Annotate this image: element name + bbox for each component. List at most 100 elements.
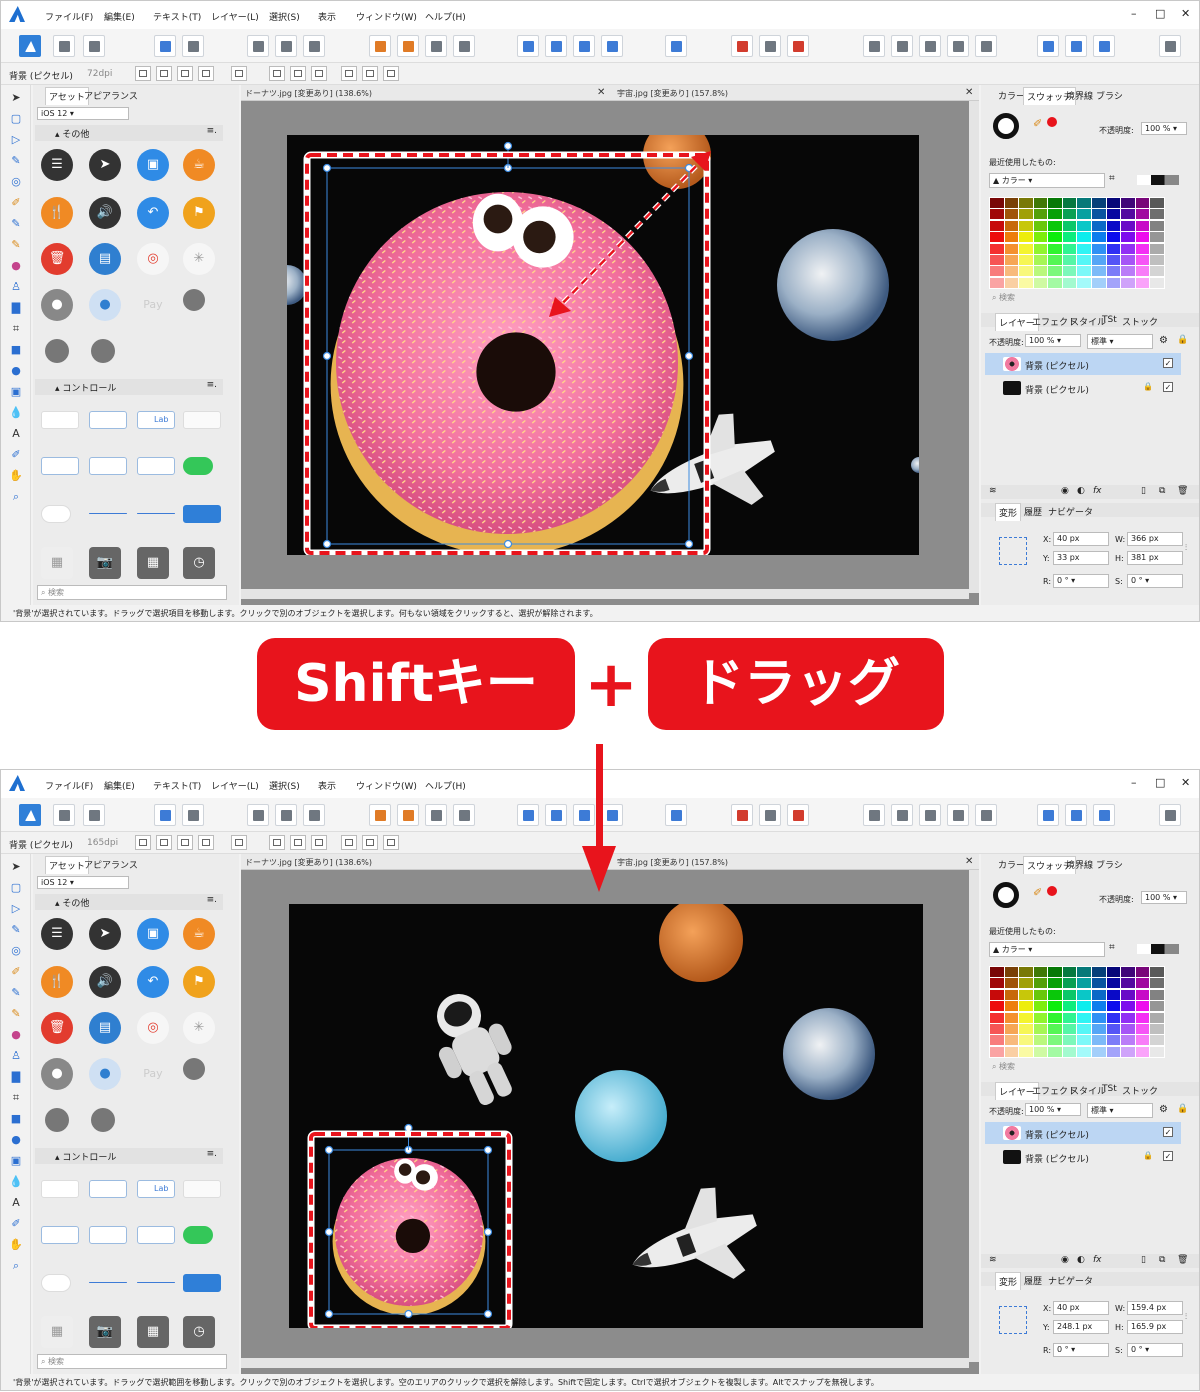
h-field[interactable]: 381 px	[1127, 551, 1183, 565]
menu-item[interactable]: 編集(E)	[104, 10, 135, 23]
swatch-cell[interactable]	[1106, 989, 1121, 1000]
align-left-button[interactable]	[269, 835, 285, 850]
swatch-cell[interactable]	[1150, 1035, 1164, 1046]
color-wheel-icon[interactable]: ●	[9, 259, 23, 273]
photo-persona-button[interactable]	[19, 35, 41, 57]
new-layer-icon[interactable]: ▯	[1141, 1255, 1146, 1265]
tab-transform[interactable]: 変形	[995, 503, 1022, 521]
w-field[interactable]: 366 px	[1127, 532, 1183, 546]
flag-asset-icon[interactable]: ⚑	[183, 966, 215, 998]
save-asset-icon[interactable]: ▣	[137, 149, 169, 181]
restaurant-asset-icon[interactable]: 🍴	[41, 966, 73, 998]
swatch-cell[interactable]	[1048, 978, 1062, 989]
swatch-cell[interactable]	[1062, 1023, 1077, 1034]
control-plain[interactable]	[41, 411, 79, 429]
swatch-cell[interactable]	[1004, 198, 1019, 208]
snapping-options-button[interactable]	[759, 35, 781, 57]
swatch-cell[interactable]	[1077, 209, 1092, 220]
swatch-cell[interactable]	[1092, 1023, 1106, 1034]
swatch-cell[interactable]	[1121, 277, 1135, 288]
invert-selection-button[interactable]	[303, 35, 325, 57]
node-tool-icon[interactable]: ▷	[9, 133, 23, 147]
swatch-cell[interactable]	[1092, 220, 1106, 231]
pen-tool-icon[interactable]: ✎	[9, 923, 23, 937]
swatch-cell[interactable]	[1092, 989, 1106, 1000]
swatch-cell[interactable]	[1092, 978, 1106, 989]
swatch-cell[interactable]	[1062, 989, 1077, 1000]
assistant-button[interactable]	[154, 804, 176, 826]
swatch-grid[interactable]	[989, 966, 1165, 1058]
swatch-cell[interactable]	[1135, 209, 1150, 220]
swatch-cell[interactable]	[1106, 198, 1121, 208]
x-field[interactable]: 40 px	[1053, 532, 1109, 546]
apple-pay-asset-icon[interactable]: Pay	[137, 289, 169, 321]
swatch-cell[interactable]	[1092, 1035, 1106, 1046]
menu-item[interactable]: ファイル(F)	[45, 779, 93, 792]
tab-donut-document[interactable]: ドーナツ.jpg [変更あり] (138.6%)	[245, 857, 372, 868]
rotate-right-button[interactable]	[573, 804, 595, 826]
swatch-cell[interactable]	[1004, 254, 1019, 265]
toggle-switch-off[interactable]	[41, 1274, 71, 1292]
deselect-button[interactable]	[275, 35, 297, 57]
camera-asset-icon[interactable]: 📷	[89, 547, 121, 579]
assets-search-input[interactable]: ⌕ 検索	[37, 585, 227, 600]
location-dot-asset-icon[interactable]: ●	[89, 289, 121, 321]
control-blue-tab[interactable]	[183, 1274, 221, 1292]
swatch-cell[interactable]	[1019, 967, 1033, 977]
control-tab[interactable]	[183, 1180, 221, 1198]
fill-tool-icon[interactable]: 💧	[9, 406, 23, 420]
swatch-cell[interactable]	[1106, 209, 1121, 220]
snapping-button[interactable]	[182, 804, 204, 826]
anchor-point-grid[interactable]	[999, 537, 1027, 565]
snapping-options-button[interactable]	[759, 804, 781, 826]
swatch-cell[interactable]	[990, 1023, 1004, 1034]
badge-circle-asset-icon[interactable]	[91, 339, 115, 363]
swatch-cell[interactable]	[1135, 232, 1150, 243]
swatch-search-input[interactable]: ⌕ 検索	[989, 291, 1165, 304]
swatch-cell[interactable]	[1121, 1023, 1135, 1034]
swatch-cell[interactable]	[990, 1035, 1004, 1046]
selection-brush-icon[interactable]: ◎	[9, 944, 23, 958]
swatch-cell[interactable]	[1135, 1012, 1150, 1023]
snapping-grid-button[interactable]	[731, 35, 753, 57]
swatch-cell[interactable]	[1121, 254, 1135, 265]
swatch-cell[interactable]	[1019, 232, 1033, 243]
swatch-cell[interactable]	[990, 1012, 1004, 1023]
canvas-area[interactable]: ドーナツ.jpg [変更あり] (138.6%) ✕ 宇宙.jpg [変更あり]…	[241, 854, 979, 1374]
swatch-cell[interactable]	[990, 243, 1004, 254]
swatch-cell[interactable]	[1033, 198, 1048, 208]
swatch-cell[interactable]	[1033, 220, 1048, 231]
swatch-cell[interactable]	[1121, 1035, 1135, 1046]
align-button[interactable]	[665, 804, 687, 826]
view-tool-icon[interactable]: ▢	[9, 881, 23, 895]
restaurant-asset-icon[interactable]: 🍴	[41, 197, 73, 229]
swatch-cell[interactable]	[1150, 243, 1164, 254]
swatch-cell[interactable]	[990, 266, 1004, 277]
swatch-cell[interactable]	[1048, 1046, 1062, 1057]
swatch-cell[interactable]	[1077, 1001, 1092, 1012]
control-line-2[interactable]	[137, 513, 175, 514]
swatch-cell[interactable]	[1062, 232, 1077, 243]
swatch-cell[interactable]	[1048, 1001, 1062, 1012]
menu-item[interactable]: レイヤー(L)	[211, 10, 259, 23]
swatch-cell[interactable]	[1062, 978, 1077, 989]
maximize-button[interactable]: □	[1155, 7, 1165, 20]
rotate-right-button[interactable]	[573, 35, 595, 57]
mask-layer-icon[interactable]: ◉	[1061, 486, 1069, 496]
none-color-swatch[interactable]	[1137, 175, 1179, 185]
swatch-cell[interactable]	[1004, 967, 1019, 977]
export-persona-button[interactable]	[83, 804, 105, 826]
export-persona-button[interactable]	[83, 35, 105, 57]
swatch-cell[interactable]	[1004, 220, 1019, 231]
swatch-cell[interactable]	[1135, 243, 1150, 254]
swatch-cell[interactable]	[1077, 266, 1092, 277]
donut-object[interactable]	[330, 192, 684, 555]
shear-field[interactable]: 0 ° ▾	[1127, 574, 1183, 588]
swatch-cell[interactable]	[1019, 978, 1033, 989]
color-wheel-icon[interactable]: ●	[9, 1028, 23, 1042]
arrange-front-button[interactable]	[453, 35, 475, 57]
select-all-button[interactable]	[247, 804, 269, 826]
grey-circle-asset-icon[interactable]	[45, 339, 69, 363]
flip-horizontal-button[interactable]	[517, 804, 539, 826]
swatch-cell[interactable]	[990, 220, 1004, 231]
